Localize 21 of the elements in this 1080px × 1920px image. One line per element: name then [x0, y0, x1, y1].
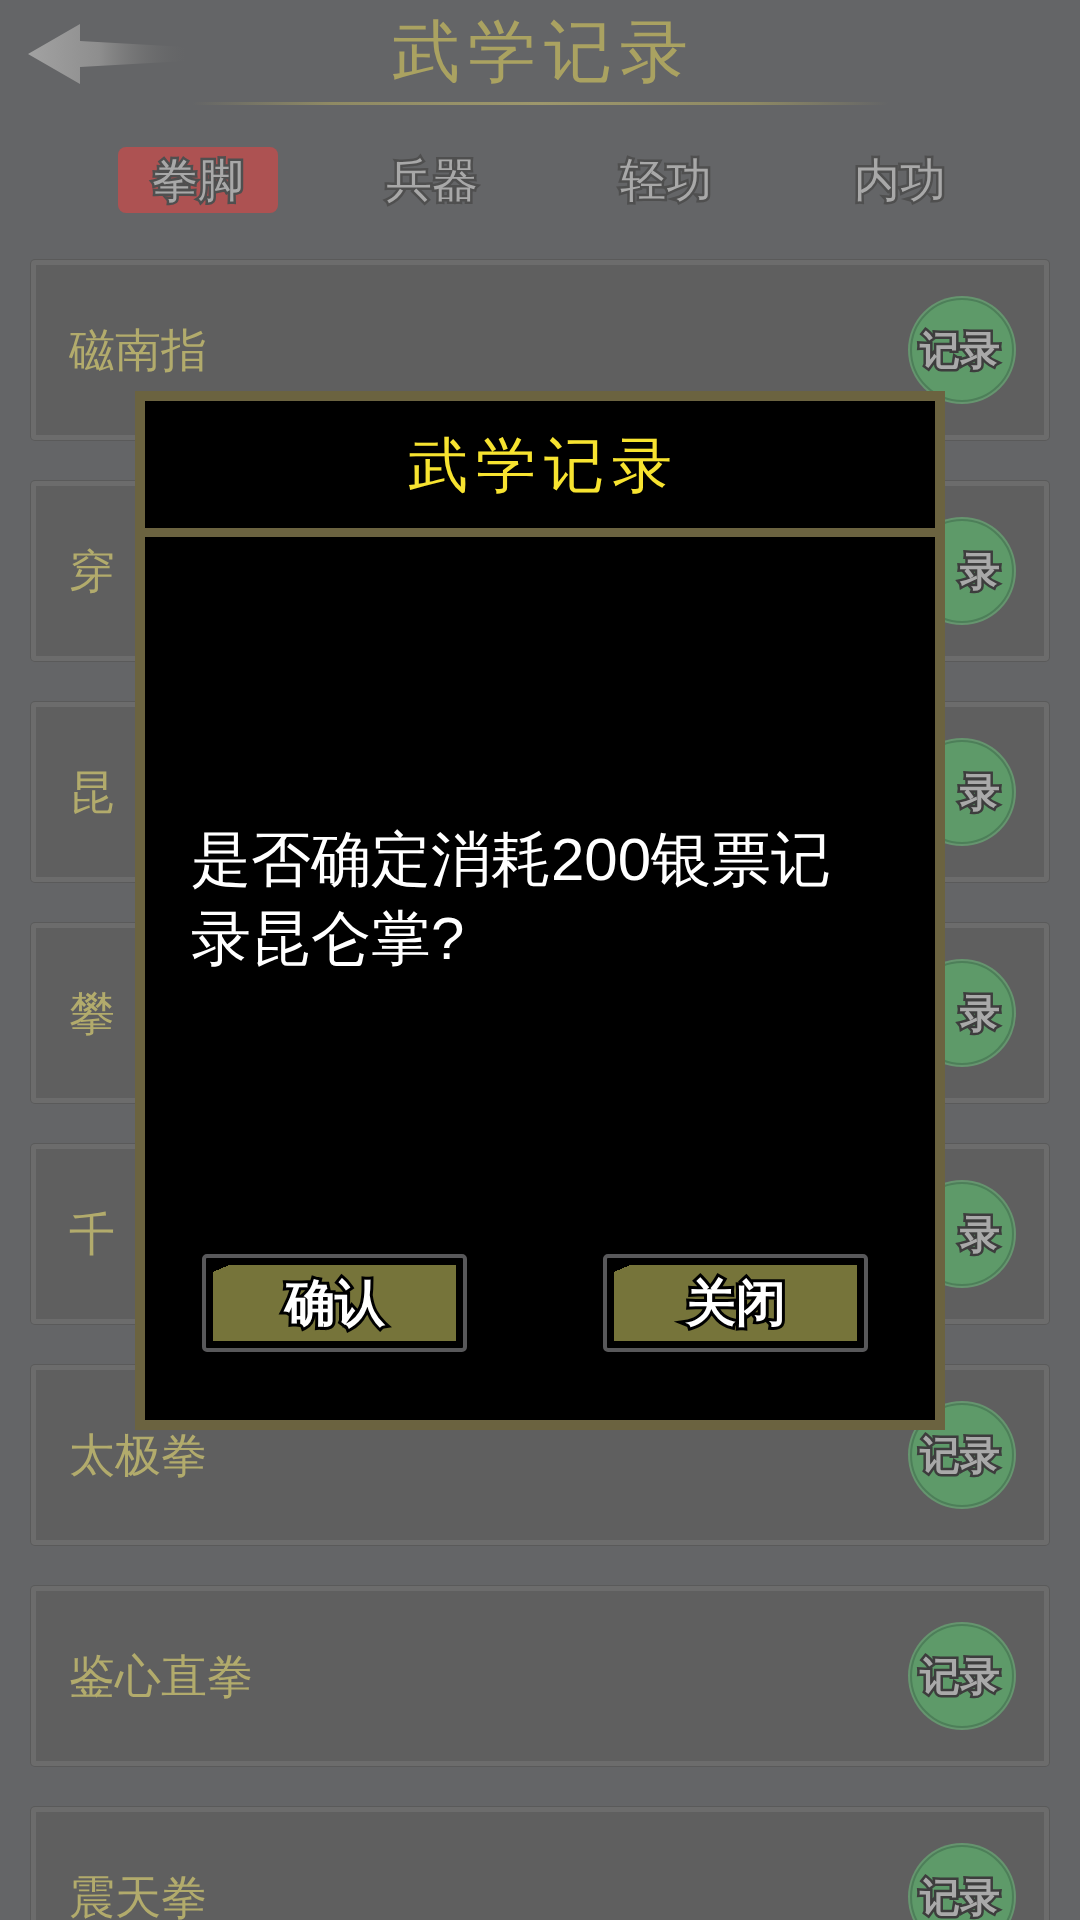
skill-name: 千 [69, 1211, 115, 1257]
page-title: 武学记录 [391, 18, 696, 86]
skill-name: 鉴心直拳 [69, 1653, 253, 1699]
skill-name: 穿 [69, 548, 115, 594]
record-button[interactable]: 记录 [910, 1624, 1014, 1728]
category-tab[interactable]: 拳脚 [118, 147, 278, 213]
close-button[interactable]: 关闭 [603, 1254, 868, 1352]
dialog-title: 武学记录 [407, 434, 680, 495]
category-tab[interactable]: 轻功 [586, 147, 746, 213]
skill-name: 攀 [69, 990, 115, 1036]
category-tab[interactable]: 内功 [820, 147, 980, 213]
record-button[interactable]: 记录 [910, 1845, 1014, 1920]
record-button[interactable]: 记录 [910, 1403, 1014, 1507]
skill-name: 磁南指 [69, 327, 207, 373]
record-button[interactable]: 记录 [910, 298, 1014, 402]
skill-name: 昆 [69, 769, 115, 815]
confirm-button[interactable]: 确认 [202, 1254, 467, 1352]
skill-name: 震天拳 [69, 1874, 207, 1920]
skill-name: 太极拳 [69, 1432, 207, 1478]
category-tab[interactable]: 兵器 [352, 147, 512, 213]
dialog-message: 是否确定消耗200银票记录昆仑掌? [191, 825, 833, 974]
